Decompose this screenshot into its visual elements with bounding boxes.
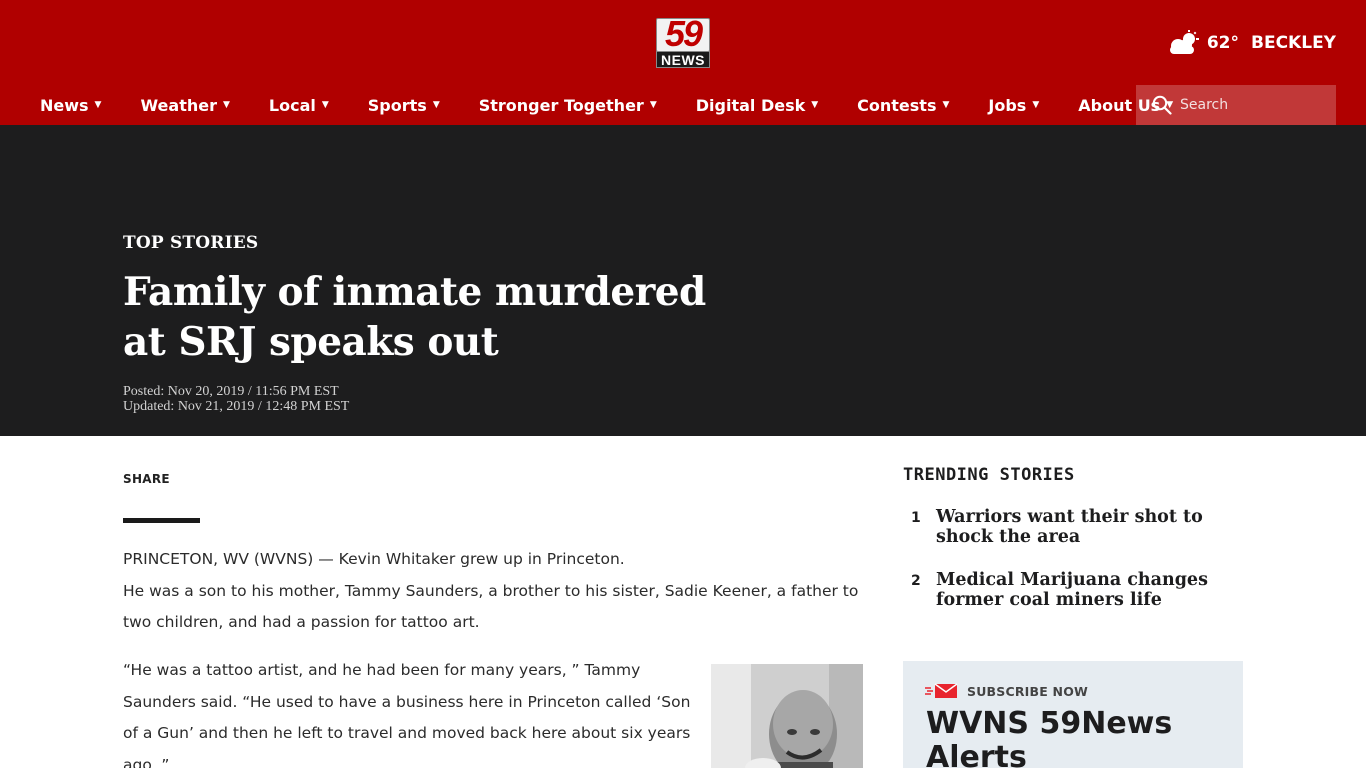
trending-rank: 1 — [911, 510, 921, 526]
envelope-icon — [925, 683, 958, 698]
caret-down-icon: ▼ — [94, 100, 102, 110]
search-box[interactable] — [1136, 85, 1336, 125]
share-divider — [123, 518, 200, 523]
logo-word: NEWS — [661, 52, 705, 68]
nav-item-label: Jobs — [988, 95, 1027, 115]
portrait-image — [711, 664, 863, 768]
article-photo[interactable] — [711, 664, 863, 768]
caret-down-icon: ▼ — [222, 100, 230, 110]
nav-item-local[interactable]: Local ▼ — [269, 96, 329, 115]
nav-item-label: News — [40, 95, 89, 115]
caret-down-icon: ▼ — [432, 100, 440, 110]
cloud-sun-icon — [1169, 30, 1199, 54]
article-dates: Posted: Nov 20, 2019 / 11:56 PM EST Upda… — [123, 384, 349, 414]
article-headline: Family of inmate murdered at SRJ speaks … — [123, 269, 706, 365]
trending-item[interactable]: 1 Warriors want their shot to shock the … — [903, 507, 1243, 547]
caret-down-icon: ▼ — [942, 100, 950, 110]
nav-item-label: Stronger Together — [478, 95, 644, 115]
nav-item-contests[interactable]: Contests ▼ — [857, 96, 949, 115]
trending-stories-heading: TRENDING STORIES — [903, 465, 1075, 485]
caret-down-icon: ▼ — [1032, 100, 1040, 110]
caret-down-icon: ▼ — [321, 100, 329, 110]
nav-item-label: Digital Desk — [695, 95, 806, 115]
article-paragraph: PRINCETON, WV (WVNS) — Kevin Whitaker gr… — [123, 550, 625, 568]
nav-item-news[interactable]: News ▼ — [40, 96, 101, 115]
subscribe-title: WVNS 59News Alerts — [926, 706, 1173, 768]
weather-widget[interactable]: 62° BECKLEY — [1167, 30, 1336, 56]
nav-item-label: Local — [268, 95, 316, 115]
updated-date: Updated: Nov 21, 2019 / 12:48 PM EST — [123, 399, 350, 414]
trending-item[interactable]: 2 Medical Marijuana changes former coal … — [903, 570, 1243, 610]
trending-link[interactable]: Medical Marijuana changes former coal mi… — [936, 570, 1236, 610]
trending-rank: 2 — [911, 573, 921, 589]
site-header: 59 NEWS 62° BECKLEY News ▼ Weather ▼ Local… — [0, 0, 1366, 125]
article-body: PRINCETON, WV (WVNS) — Kevin Whitaker gr… — [123, 544, 863, 639]
nav-item-label: Contests — [857, 95, 937, 115]
weather-temperature: 62° — [1206, 33, 1240, 53]
nav-item-weather[interactable]: Weather ▼ — [140, 96, 229, 115]
nav-item-sports[interactable]: Sports ▼ — [368, 96, 440, 115]
search-input[interactable] — [1180, 97, 1330, 113]
caret-down-icon: ▼ — [811, 100, 819, 110]
main-nav: News ▼ Weather ▼ Local ▼ Sports ▼ Stronger T… — [40, 85, 1212, 125]
share-label: SHARE — [123, 472, 170, 486]
subscribe-panel[interactable]: SUBSCRIBE NOW WVNS 59News Alerts — [903, 661, 1243, 768]
article-paragraph: He was a son to his mother, Tammy Saunde… — [123, 581, 859, 632]
article-category[interactable]: TOP STORIES — [123, 233, 258, 253]
subscribe-label: SUBSCRIBE NOW — [967, 683, 1089, 699]
posted-date: Posted: Nov 20, 2019 / 11:56 PM EST — [123, 384, 339, 399]
trending-link[interactable]: Warriors want their shot to shock the ar… — [936, 507, 1236, 547]
nav-item-digital-desk[interactable]: Digital Desk ▼ — [696, 96, 818, 115]
nav-item-label: Sports — [367, 95, 427, 115]
nav-item-stronger-together[interactable]: Stronger Together ▼ — [479, 96, 657, 115]
subscribe-row: SUBSCRIBE NOW — [925, 683, 1088, 699]
nav-item-jobs[interactable]: Jobs ▼ — [988, 96, 1039, 115]
caret-down-icon: ▼ — [649, 100, 657, 110]
site-logo[interactable]: 59 NEWS — [656, 13, 710, 68]
search-icon[interactable] — [1152, 95, 1172, 115]
article-paragraph: “He was a tattoo artist, and he had been… — [123, 661, 691, 768]
article-hero: TOP STORIES Family of inmate murdered at… — [0, 125, 1366, 436]
weather-location: BECKLEY — [1251, 33, 1336, 53]
nav-item-label: Weather — [140, 95, 217, 115]
logo-number: 59 — [664, 13, 703, 54]
